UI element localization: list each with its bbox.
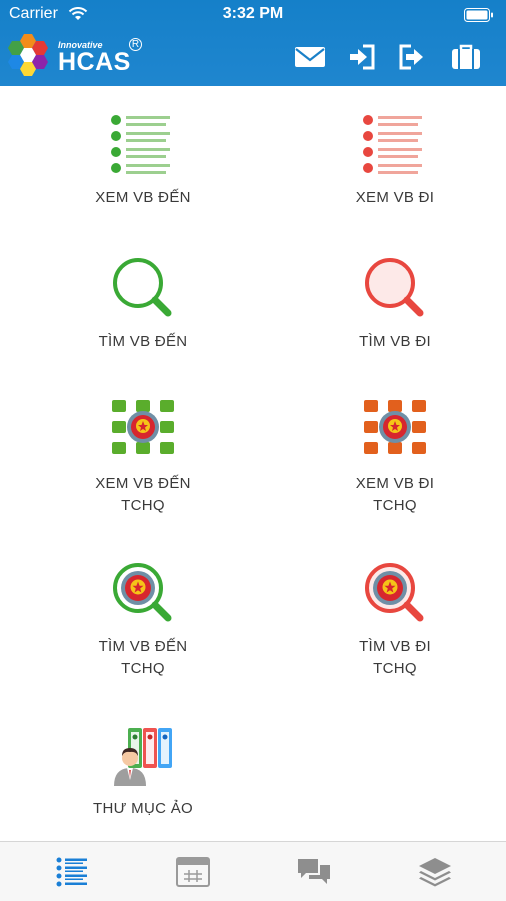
app-logo: Innovative HCAS R	[6, 32, 146, 80]
chat-tab-icon[interactable]	[296, 856, 332, 888]
logout-icon[interactable]	[396, 42, 428, 72]
list-tab-icon[interactable]	[55, 856, 91, 888]
emblem-grid-icon	[112, 400, 174, 454]
menu-item-label: XEM VB ĐẾN TCHQ	[95, 475, 191, 514]
menu-item-xem-vb-di[interactable]: XEM VB ĐI	[295, 112, 495, 209]
menu-item-tim-vb-di[interactable]: TÌM VB ĐI	[295, 255, 495, 353]
emblem-search-icon	[113, 563, 172, 622]
menu-item-xem-vb-den-tchq[interactable]: XEM VB ĐẾN TCHQ	[43, 397, 243, 517]
list-icon	[111, 115, 170, 174]
logo-registered-mark: R	[129, 38, 142, 51]
briefcase-icon[interactable]	[450, 42, 482, 72]
menu-item-label: TÌM VB ĐI TCHQ	[359, 638, 431, 677]
calendar-tab-icon[interactable]	[175, 856, 211, 888]
search-icon	[113, 258, 172, 317]
status-bar: Carrier 3:32 PM	[0, 0, 506, 30]
menu-item-label: TÌM VB ĐẾN	[98, 333, 188, 350]
menu-item-tim-vb-di-tchq[interactable]: TÌM VB ĐI TCHQ	[295, 560, 495, 680]
battery-icon	[464, 8, 493, 22]
logo-name: HCAS	[58, 48, 131, 76]
app-header: Carrier 3:32 PM Innovative HCAS R	[0, 0, 506, 86]
clock: 3:32 PM	[222, 5, 284, 22]
layers-tab-icon[interactable]	[417, 856, 453, 888]
emblem-grid-icon	[364, 400, 426, 454]
menu-item-xem-vb-di-tchq[interactable]: XEM VB ĐI TCHQ	[295, 397, 495, 517]
list-icon	[363, 115, 422, 174]
menu-item-label: TÌM VB ĐẾN TCHQ	[98, 638, 188, 677]
menu-item-tim-vb-den-tchq[interactable]: TÌM VB ĐẾN TCHQ	[43, 560, 243, 680]
menu-item-xem-vb-den[interactable]: XEM VB ĐẾN	[43, 112, 243, 209]
menu-item-thu-muc-ao[interactable]: THƯ MỤC ẢO	[43, 722, 243, 820]
logo-hexagons-icon	[8, 34, 48, 76]
menu-item-label: THƯ MỤC ẢO	[93, 800, 193, 817]
menu-item-label: XEM VB ĐI TCHQ	[355, 475, 435, 514]
search-icon	[365, 258, 424, 317]
menu-item-tim-vb-den[interactable]: TÌM VB ĐẾN	[43, 255, 243, 353]
tab-bar	[0, 841, 506, 901]
menu-item-label: XEM VB ĐI	[355, 189, 435, 206]
emblem-search-icon	[365, 563, 424, 622]
mail-icon[interactable]	[294, 42, 326, 72]
folders-user-icon	[114, 728, 172, 786]
login-icon[interactable]	[346, 42, 378, 72]
menu-item-label: XEM VB ĐẾN	[95, 189, 191, 206]
menu-item-label: TÌM VB ĐI	[359, 333, 431, 350]
